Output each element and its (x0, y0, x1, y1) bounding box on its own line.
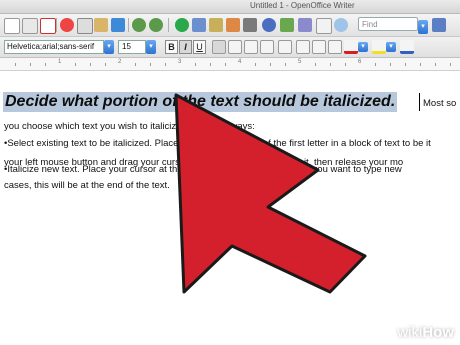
ruler-number: 1 (58, 59, 62, 65)
standard-toolbar: Find ▾ (0, 14, 460, 37)
highlighting-dropdown-button[interactable]: ▾ (386, 42, 396, 52)
ruler-tick (15, 63, 16, 66)
font-name-dropdown-button[interactable]: ▾ (104, 40, 114, 54)
bullets-icon[interactable] (312, 40, 326, 54)
ruler-tick (450, 63, 451, 66)
ruler-tick (375, 63, 376, 66)
ruler-tick (330, 63, 331, 66)
find-input[interactable]: Find (358, 17, 418, 31)
zoom-icon[interactable] (334, 18, 348, 32)
chart-icon[interactable] (226, 18, 240, 32)
find-dropdown-button[interactable]: ▾ (418, 20, 428, 34)
data-sources-icon[interactable] (298, 18, 312, 32)
ruler-number: 5 (298, 59, 302, 65)
paste-icon[interactable] (94, 18, 108, 32)
toolbar-separator (168, 18, 169, 32)
new-document-icon[interactable] (4, 18, 20, 34)
draw-functions-icon[interactable] (243, 18, 257, 32)
bold-button[interactable]: B (165, 40, 178, 54)
body-line[interactable]: •Italicize new text. Place your cursor a… (4, 164, 402, 175)
paragraph-icon[interactable] (278, 40, 292, 54)
ruler-tick (255, 63, 256, 66)
font-name-field[interactable]: Helvetica;arial;sans-serif (4, 40, 104, 54)
navigator-icon[interactable] (175, 18, 189, 32)
ruler-tick (195, 63, 196, 66)
ruler-tick (435, 63, 436, 66)
image-icon[interactable] (209, 18, 223, 32)
table-icon[interactable] (192, 18, 206, 32)
find-previous-icon[interactable] (432, 18, 446, 32)
undo-icon[interactable] (132, 18, 146, 32)
align-right-icon[interactable] (244, 40, 258, 54)
justify-icon[interactable] (260, 40, 274, 54)
body-line[interactable]: cases, this will be at the end of the te… (4, 180, 170, 191)
nonprinting-characters-icon[interactable] (316, 18, 332, 34)
body-line[interactable]: you choose which text you wish to italic… (4, 121, 255, 132)
ruler-tick (75, 63, 76, 66)
ruler-number: 3 (178, 59, 182, 65)
selected-heading-text[interactable]: Decide what portion of the text should b… (3, 92, 398, 112)
ruler-tick (135, 63, 136, 66)
wikihow-watermark: wikiHow (397, 324, 454, 341)
watermark-part-b: How (422, 324, 454, 341)
ruler-number: 4 (238, 59, 242, 65)
ruler-tick (150, 63, 151, 66)
font-color-dropdown-button[interactable]: ▾ (358, 42, 368, 52)
italic-button[interactable]: I (179, 40, 192, 54)
redo-icon[interactable] (149, 18, 163, 32)
align-left-icon[interactable] (212, 40, 226, 54)
heading-trailing-text[interactable]: Most so (423, 98, 456, 109)
font-size-field[interactable]: 15 (118, 40, 146, 54)
ruler-tick (405, 63, 406, 66)
ruler-tick (30, 63, 31, 66)
align-center-icon[interactable] (228, 40, 242, 54)
ruler-tick (165, 63, 166, 66)
ruler-tick (420, 63, 421, 66)
gallery-icon[interactable] (280, 18, 294, 32)
title-bar: Untitled 1 - OpenOffice Writer (0, 0, 460, 14)
ruler-tick (270, 63, 271, 66)
numbering-icon[interactable] (296, 40, 310, 54)
toolbar-separator (56, 18, 57, 32)
format-paintbrush-icon[interactable] (111, 18, 125, 32)
ruler-tick (90, 63, 91, 66)
document-page[interactable]: Decide what portion of the text should b… (0, 71, 460, 345)
text-cursor (419, 93, 420, 111)
ruler-tick (225, 63, 226, 66)
ruler-number: 2 (118, 59, 122, 65)
find-replace-icon[interactable] (262, 18, 276, 32)
cut-icon[interactable] (60, 18, 74, 32)
ruler-tick (210, 63, 211, 66)
decrease-indent-icon[interactable] (328, 40, 342, 54)
ruler-tick (315, 63, 316, 66)
ruler-tick (345, 63, 346, 66)
highlighting-icon[interactable] (372, 40, 386, 54)
ruler-tick (45, 63, 46, 66)
watermark-part-a: wiki (397, 324, 423, 341)
ruler-tick (105, 63, 106, 66)
ruler-tick (285, 63, 286, 66)
formatting-toolbar: Helvetica;arial;sans-serif ▾ 15 ▾ B I U … (0, 37, 460, 58)
print-preview-icon[interactable] (22, 18, 38, 34)
ruler-number: 6 (358, 59, 362, 65)
window-title: Untitled 1 - OpenOffice Writer (250, 1, 355, 10)
underline-button[interactable]: U (193, 40, 206, 54)
font-color-icon[interactable] (344, 40, 358, 54)
ruler-tick (390, 63, 391, 66)
copy-icon[interactable] (77, 18, 93, 34)
ruler[interactable]: 1 2 3 4 5 6 (0, 58, 460, 71)
body-line[interactable]: •Select existing text to be italicized. … (4, 138, 431, 149)
spellcheck-icon[interactable] (40, 18, 56, 34)
background-color-icon[interactable] (400, 40, 414, 54)
font-size-dropdown-button[interactable]: ▾ (146, 40, 156, 54)
toolbar-separator (128, 18, 129, 32)
